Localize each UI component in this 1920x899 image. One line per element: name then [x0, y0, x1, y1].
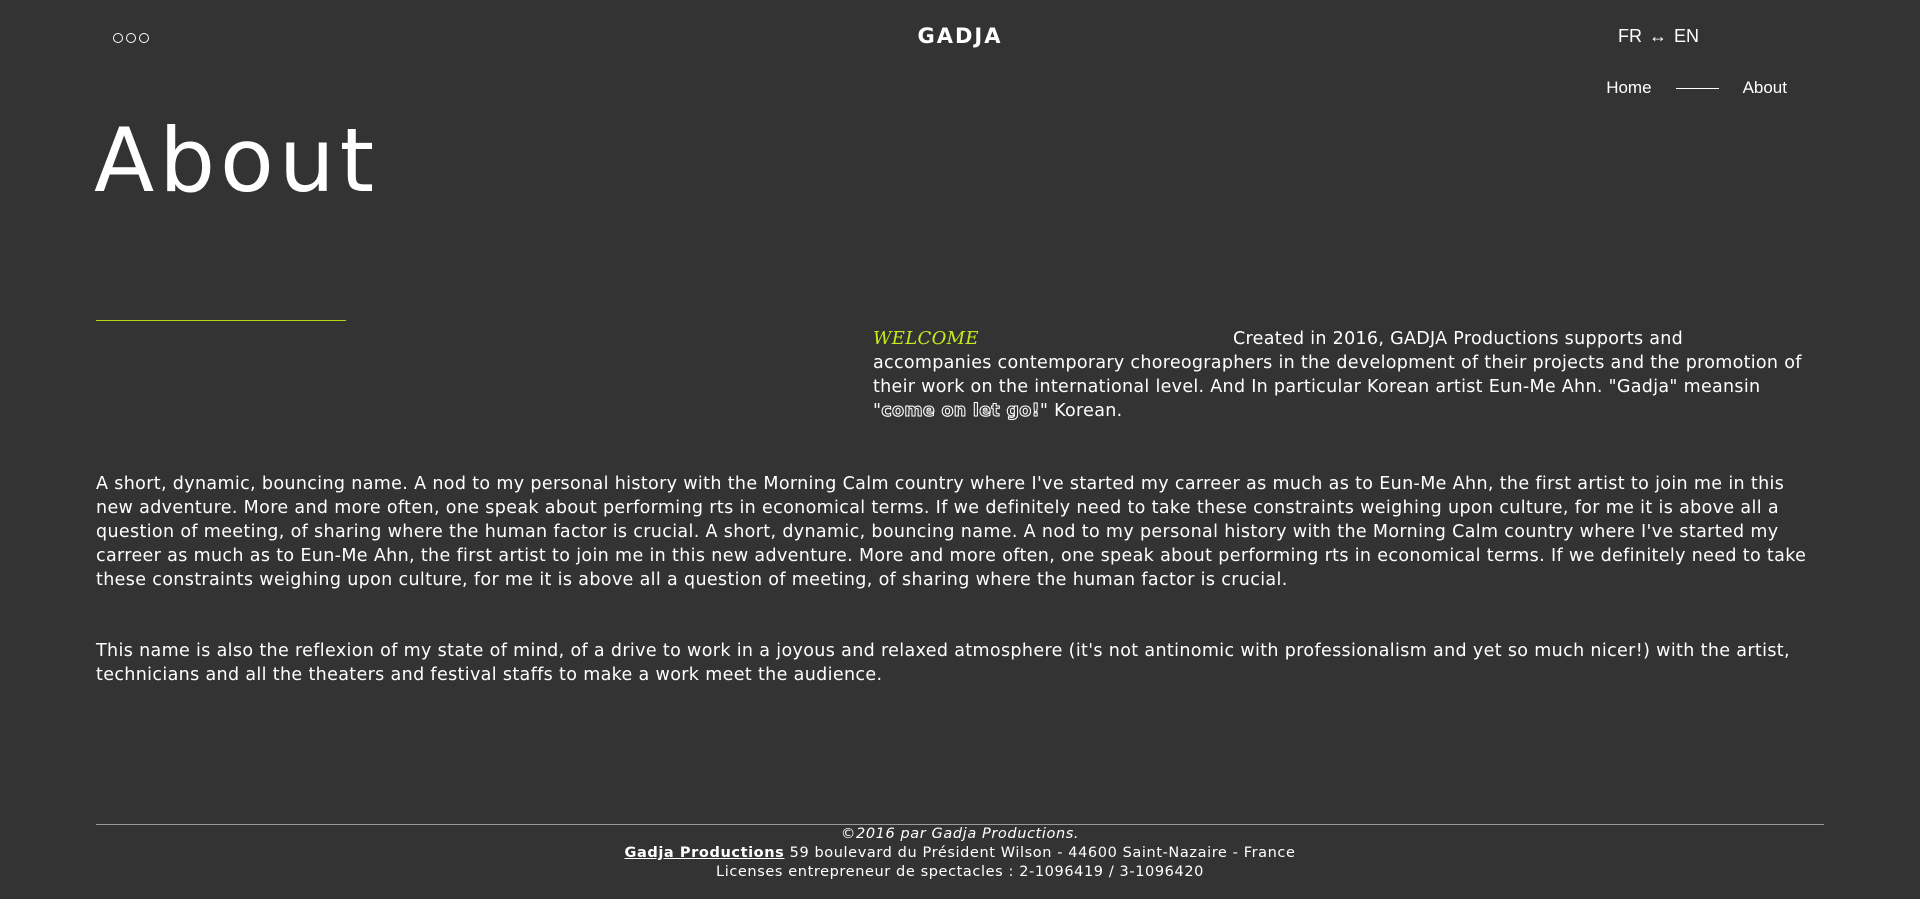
page-title: About	[94, 109, 380, 212]
footer-licenses: Licenses entrepreneur de spectacles : 2-…	[716, 864, 1204, 880]
breadcrumb-home-link[interactable]: Home	[1606, 78, 1651, 98]
breadcrumb: Home About	[1606, 78, 1787, 98]
outlined-phrase: come on let go!	[881, 401, 1040, 422]
breadcrumb-about-link[interactable]: About	[1743, 78, 1787, 98]
language-fr[interactable]: FR	[1618, 26, 1642, 46]
welcome-label: WELCOME	[873, 328, 979, 349]
intro-text: WELCOME Created in 2016, GADJA Production…	[873, 327, 1803, 423]
swap-arrow-icon: ↔	[1648, 26, 1667, 46]
footer: ©2016 par Gadja Productions. Gadja Produ…	[0, 825, 1920, 882]
body-paragraph-1: A short, dynamic, bouncing name. A nod t…	[96, 474, 1807, 590]
intro-text-end: " Korean.	[1039, 401, 1123, 421]
language-switcher[interactable]: FR ↔ EN	[1618, 26, 1699, 47]
language-en[interactable]: EN	[1674, 26, 1699, 46]
footer-company-link[interactable]: Gadja Productions	[624, 845, 784, 861]
page: GADJA FR ↔ EN Home About About WELCOME Cr…	[0, 0, 1920, 899]
breadcrumb-divider	[1675, 87, 1719, 89]
footer-address: 59 boulevard du Président Wilson - 44600…	[789, 845, 1296, 861]
accent-divider	[96, 320, 346, 321]
body-paragraph-2: This name is also the reflexion of my st…	[96, 641, 1790, 685]
footer-address-line: Gadja Productions 59 boulevard du Présid…	[0, 844, 1920, 863]
footer-copyright: ©2016 par Gadja Productions.	[840, 826, 1080, 842]
